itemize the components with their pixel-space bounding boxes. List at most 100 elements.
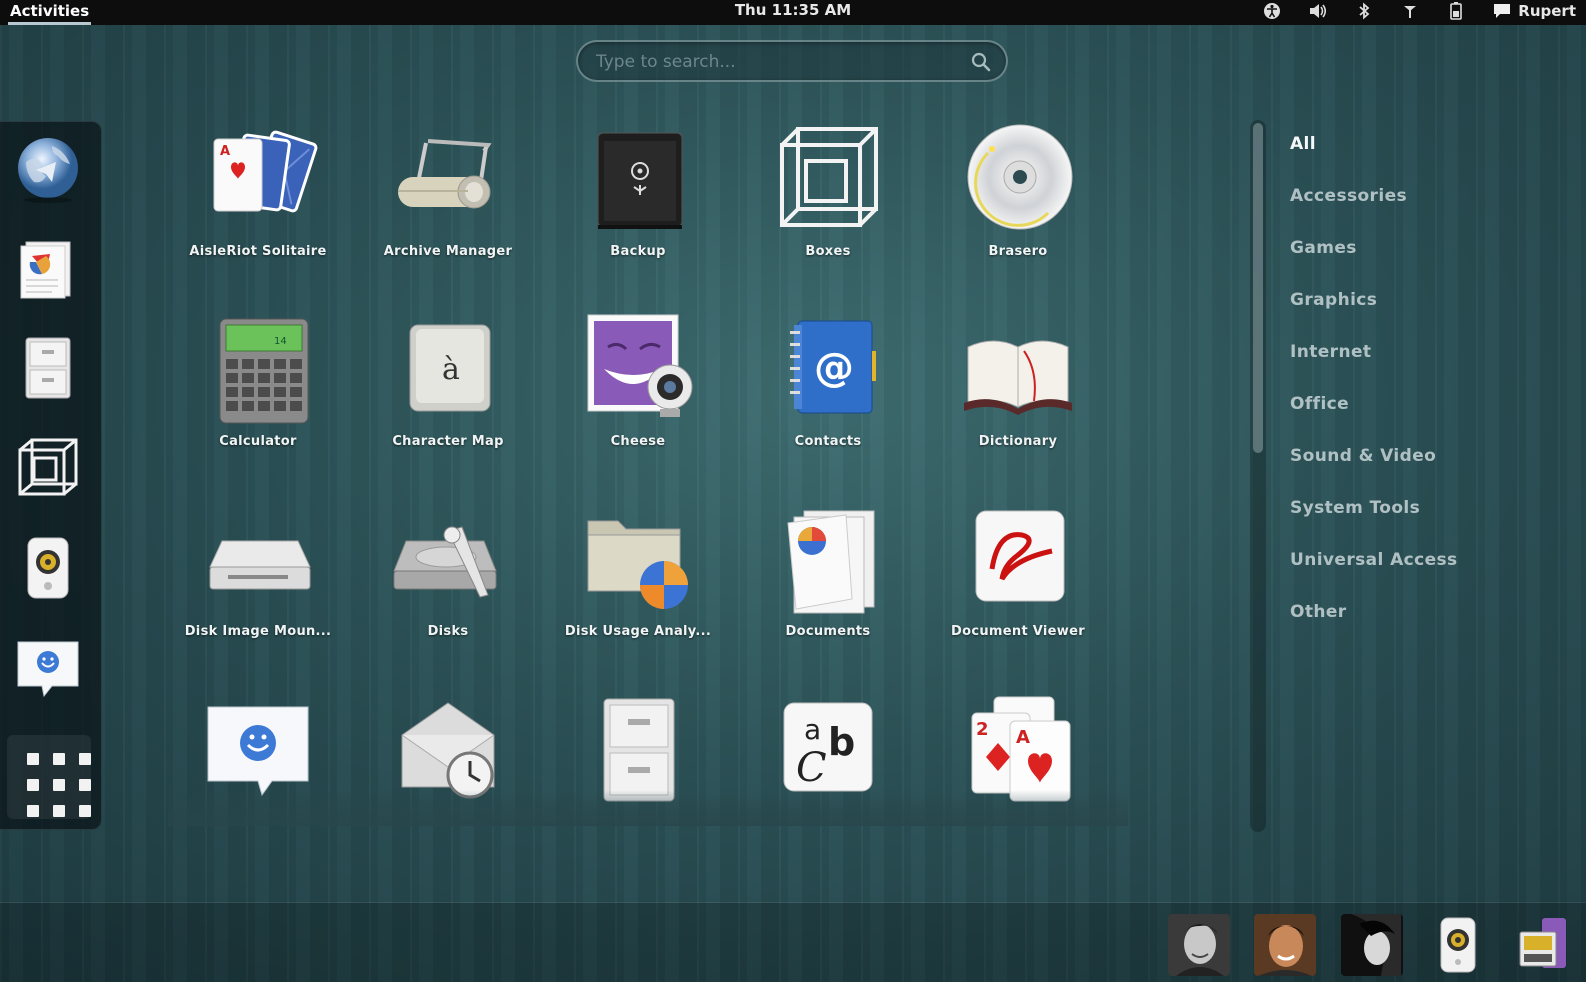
chat-bubble-icon (17, 641, 79, 698)
dash-item-boxes[interactable] (10, 428, 86, 508)
search-box (576, 40, 1008, 82)
accessibility-icon[interactable] (1262, 1, 1282, 21)
svg-text:C: C (796, 745, 827, 791)
app-backup[interactable]: Backup (548, 114, 728, 294)
dash (0, 121, 102, 830)
webcam-icon (587, 314, 693, 417)
web-browser-icon (18, 138, 78, 203)
app-disk-image-mounter[interactable]: Disk Image Moun... (168, 494, 348, 674)
app-disks[interactable]: Disks (358, 494, 538, 674)
mail-clock-icon (401, 702, 495, 799)
book-icon (964, 340, 1072, 415)
archive-icon (398, 139, 492, 209)
svg-text:2: 2 (976, 719, 989, 740)
speaker-icon[interactable] (1427, 914, 1489, 976)
app-label: Cheese (610, 434, 666, 449)
app-label: Document Viewer (951, 624, 1085, 639)
category-graphics[interactable]: Graphics (1290, 282, 1550, 334)
category-accessories[interactable]: Accessories (1290, 178, 1550, 230)
disk-drive-icon (209, 540, 311, 590)
activities-button[interactable]: Activities (8, 0, 92, 25)
category-universal-access[interactable]: Universal Access (1290, 542, 1550, 594)
folder-chart-icon (587, 520, 688, 609)
app-document-viewer[interactable]: Document Viewer (928, 494, 1108, 674)
cabinet-icon (603, 698, 675, 802)
scrollbar-thumb[interactable] (1253, 123, 1263, 453)
network-icon[interactable] (1400, 1, 1420, 21)
app-documents[interactable]: Documents (738, 494, 918, 674)
contact-avatar-1[interactable] (1168, 914, 1230, 976)
category-list: All Accessories Games Graphics Internet … (1290, 126, 1550, 646)
category-all[interactable]: All (1290, 126, 1550, 178)
battery-icon[interactable] (1446, 1, 1466, 21)
notification-icon[interactable] (1512, 914, 1574, 976)
app-aisleriot-solitaire[interactable]: A AisleRiot Solitaire (168, 114, 348, 294)
app-label: Disks (427, 624, 469, 639)
category-games[interactable]: Games (1290, 230, 1550, 282)
category-other[interactable]: Other (1290, 594, 1550, 646)
user-name: Rupert (1518, 2, 1576, 20)
bluetooth-icon[interactable] (1354, 1, 1374, 21)
app-archive-manager[interactable]: Archive Manager (358, 114, 538, 294)
documents-icon (787, 510, 875, 614)
freecell-cards-icon: 2A (971, 696, 1071, 802)
app-label: Calculator (219, 434, 297, 449)
file-cabinet-icon (25, 337, 71, 399)
chat-bubble-icon (207, 706, 309, 797)
category-sound-video[interactable]: Sound & Video (1290, 438, 1550, 490)
contact-avatar-2[interactable] (1254, 914, 1316, 976)
svg-text:A: A (1016, 727, 1030, 748)
app-label: Dictionary (978, 434, 1058, 449)
app-dictionary[interactable]: Dictionary (928, 304, 1108, 484)
app-contacts[interactable]: @ Contacts (738, 304, 918, 484)
app-calculator[interactable]: 14 Calculator (168, 304, 348, 484)
svg-text:@: @ (814, 345, 854, 391)
hard-disk-icon (393, 526, 497, 598)
dash-item-web-browser[interactable] (10, 128, 86, 208)
address-book-icon: @ (790, 320, 876, 414)
category-system-tools[interactable]: System Tools (1290, 490, 1550, 542)
svg-text:A: A (220, 144, 230, 159)
app-character-map[interactable]: à Character Map (358, 304, 538, 484)
app-grid: A AisleRiot Solitaire Archive Manager Ba… (168, 114, 1128, 826)
status-area: Rupert (1262, 0, 1576, 22)
app-label: Contacts (794, 434, 862, 449)
safe-icon (597, 132, 683, 229)
documents-icon (20, 241, 71, 299)
app-brasero[interactable]: Brasero (928, 114, 1108, 294)
volume-icon[interactable] (1308, 1, 1328, 21)
contact-avatar-3[interactable] (1341, 914, 1403, 976)
top-bar: Activities Thu 11:35 AM Rupert (0, 0, 1586, 25)
disc-icon (967, 124, 1073, 230)
search-input[interactable] (596, 49, 956, 75)
character-key-icon: à (409, 324, 491, 412)
category-internet[interactable]: Internet (1290, 334, 1550, 386)
app-cheese[interactable]: Cheese (548, 304, 728, 484)
user-menu[interactable]: Rupert (1492, 2, 1576, 20)
app-label: Archive Manager (383, 244, 513, 259)
svg-text:14: 14 (274, 336, 287, 347)
app-boxes[interactable]: Boxes (738, 114, 918, 294)
clock[interactable]: Thu 11:35 AM (735, 1, 851, 19)
app-grid-scrollbar[interactable] (1250, 120, 1266, 832)
app-disk-usage-analyzer[interactable]: Disk Usage Analy... (548, 494, 728, 674)
search-icon[interactable] (970, 51, 992, 73)
svg-text:à: à (442, 352, 460, 387)
chat-icon (1494, 4, 1511, 18)
svg-text:b: b (828, 720, 855, 764)
dash-item-speaker[interactable] (10, 528, 86, 608)
boxes-icon (780, 127, 878, 227)
fonts-icon: a bC (783, 702, 873, 792)
app-label: Boxes (805, 244, 851, 259)
dash-item-file-cabinet[interactable] (10, 328, 86, 408)
grid-fade (168, 790, 1128, 826)
svg-text:a: a (804, 713, 821, 746)
app-label: Backup (610, 244, 666, 259)
app-label: AisleRiot Solitaire (189, 244, 327, 259)
dash-item-documents[interactable] (10, 228, 86, 308)
show-applications-button[interactable] (7, 735, 91, 819)
boxes-icon (18, 438, 78, 496)
category-office[interactable]: Office (1290, 386, 1550, 438)
dash-item-empathy[interactable] (10, 628, 86, 708)
app-label: Disk Image Moun... (184, 624, 332, 639)
